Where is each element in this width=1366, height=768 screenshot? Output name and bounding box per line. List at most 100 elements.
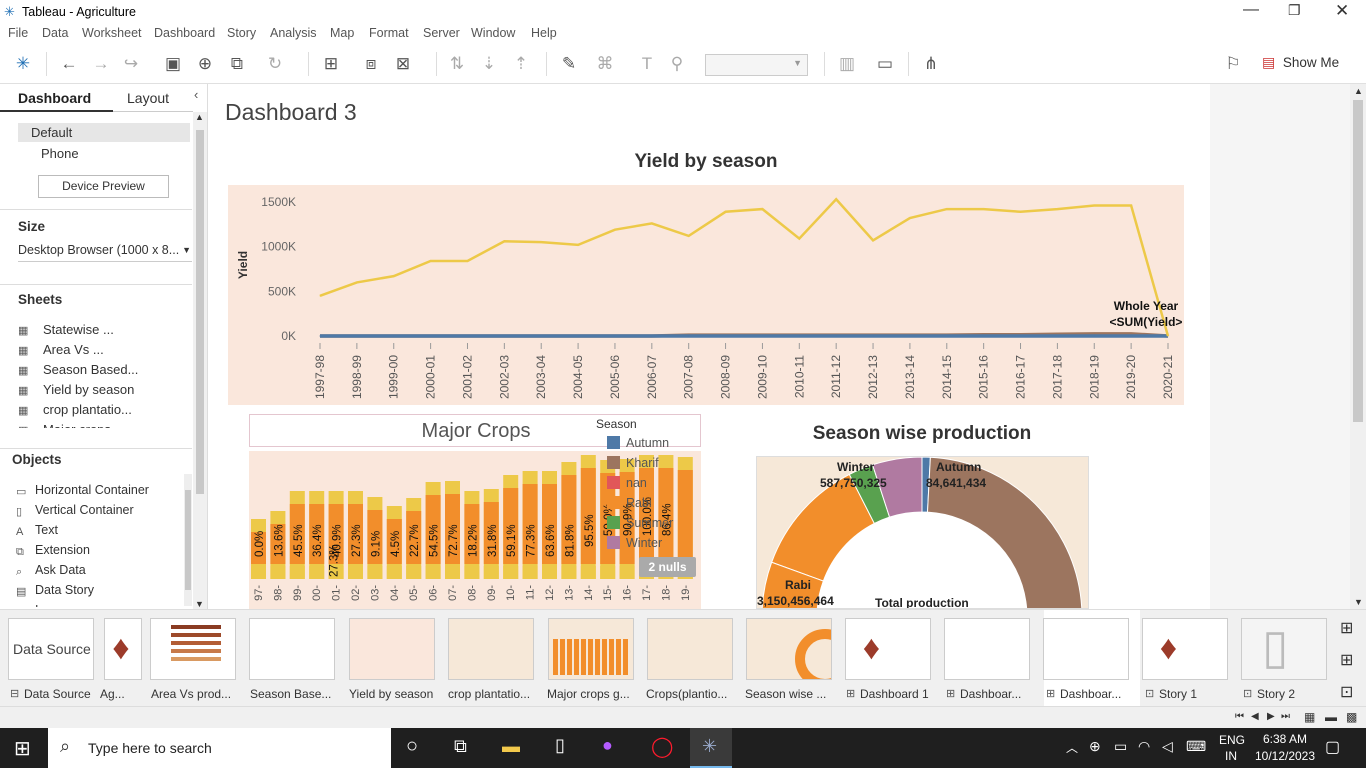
highlight-icon[interactable]: ✎ bbox=[558, 54, 580, 74]
sheet-thumbnail[interactable] bbox=[1043, 618, 1129, 680]
bar-base[interactable] bbox=[348, 566, 363, 579]
bar-base[interactable] bbox=[289, 566, 305, 579]
legend-item[interactable]: Autumn bbox=[598, 436, 688, 452]
data-point[interactable] bbox=[503, 335, 505, 337]
device-preview-button[interactable]: Device Preview bbox=[38, 175, 169, 198]
show-filmstrip-icon[interactable]: ▦ bbox=[1304, 710, 1315, 724]
data-point[interactable] bbox=[688, 335, 690, 337]
menu-map[interactable]: Map bbox=[330, 26, 354, 40]
sheet-thumbnail[interactable]: ♦ bbox=[845, 618, 931, 680]
next-sheet-icon[interactable]: ▶ bbox=[1267, 711, 1275, 722]
redo-icon[interactable]: → bbox=[90, 54, 112, 74]
pause-updates-icon[interactable]: ⧉ bbox=[226, 54, 248, 74]
sheet-thumbnail[interactable] bbox=[448, 618, 534, 680]
opera-icon[interactable]: ◯ bbox=[651, 734, 673, 759]
legend-item[interactable]: Kharif bbox=[598, 456, 688, 472]
bar-base[interactable] bbox=[367, 566, 383, 579]
minimize-icon[interactable]: — bbox=[1243, 1, 1259, 19]
sheet-thumbnail[interactable] bbox=[249, 618, 335, 680]
new-data-source-icon[interactable]: ⊕ bbox=[194, 54, 216, 74]
menu-window[interactable]: Window bbox=[471, 26, 515, 40]
data-point[interactable] bbox=[466, 335, 468, 337]
data-point[interactable] bbox=[1056, 208, 1058, 210]
bar-base[interactable] bbox=[464, 566, 480, 579]
bar-base[interactable] bbox=[406, 566, 422, 579]
bar-base[interactable] bbox=[425, 566, 441, 579]
menu-story[interactable]: Story bbox=[227, 26, 256, 40]
fit-dropdown[interactable]: ▼ bbox=[705, 54, 808, 76]
menu-worksheet[interactable]: Worksheet bbox=[82, 26, 142, 40]
data-point[interactable] bbox=[651, 222, 653, 224]
label-icon[interactable]: T bbox=[636, 54, 658, 74]
bar-base[interactable] bbox=[522, 566, 538, 579]
data-point[interactable] bbox=[688, 235, 690, 237]
notepad-icon[interactable]: ▯ bbox=[555, 735, 565, 756]
new-worksheet-icon[interactable]: ⊞ bbox=[320, 54, 342, 74]
device-phone[interactable]: Phone bbox=[41, 146, 79, 161]
data-point[interactable] bbox=[1093, 333, 1095, 335]
data-point[interactable] bbox=[1056, 335, 1058, 337]
data-point[interactable] bbox=[577, 244, 579, 246]
sheet-thumbnail[interactable] bbox=[746, 618, 832, 680]
data-point[interactable] bbox=[1093, 205, 1095, 207]
data-point[interactable] bbox=[835, 335, 837, 337]
object-list-item[interactable]: ⌕ Ask Data bbox=[16, 563, 184, 581]
data-point[interactable] bbox=[1130, 333, 1132, 335]
file-explorer-icon[interactable]: ▬ bbox=[502, 736, 520, 757]
show-sorter-icon[interactable]: ▩ bbox=[1346, 710, 1357, 724]
sheet-list-item[interactable]: ▦ Area Vs ... bbox=[18, 342, 188, 360]
clock-time[interactable]: 6:38 AM bbox=[1257, 732, 1313, 746]
data-point[interactable] bbox=[983, 208, 985, 210]
bar-base[interactable] bbox=[386, 566, 402, 579]
notifications-icon[interactable]: ▢ bbox=[1325, 737, 1340, 757]
series-line[interactable] bbox=[319, 197, 1170, 337]
data-point[interactable] bbox=[761, 208, 763, 210]
menu-file[interactable]: File bbox=[8, 26, 28, 40]
close-icon[interactable]: ✕ bbox=[1335, 1, 1349, 21]
left-pane-scrollbar[interactable]: ▲ ▼ bbox=[193, 112, 207, 609]
size-dropdown[interactable]: Desktop Browser (1000 x 8... ▼ bbox=[18, 242, 192, 262]
sheet-list-item[interactable]: ▦ Yield by season bbox=[18, 382, 188, 400]
collapse-pane-icon[interactable]: ‹ bbox=[194, 87, 198, 102]
data-point[interactable] bbox=[909, 217, 911, 219]
sheet-thumbnail[interactable]: ♦ bbox=[104, 618, 142, 680]
presentation-mode-icon[interactable]: ▭ bbox=[874, 54, 896, 74]
data-point[interactable] bbox=[651, 335, 653, 337]
data-point[interactable] bbox=[356, 281, 358, 283]
object-list-item[interactable]: A Text bbox=[16, 523, 184, 541]
object-list-item[interactable]: ▭ Horizontal Container bbox=[16, 483, 184, 501]
cortana-icon[interactable]: ○ bbox=[406, 735, 418, 758]
save-icon[interactable]: ▣ bbox=[162, 54, 184, 74]
sheet-thumbnail[interactable]: ♦ bbox=[1142, 618, 1228, 680]
data-point[interactable] bbox=[430, 335, 432, 337]
objects-scrollbar[interactable] bbox=[184, 474, 192, 606]
data-point[interactable] bbox=[393, 335, 395, 337]
sort-ascending-icon[interactable]: ⇣ bbox=[478, 54, 500, 74]
nulls-badge[interactable]: 2 nulls bbox=[639, 557, 696, 577]
tab-dashboard[interactable]: Dashboard bbox=[0, 84, 113, 112]
canvas-vertical-scrollbar[interactable]: ▲ ▼ bbox=[1350, 84, 1366, 609]
windows-start-icon[interactable]: ⊞ bbox=[14, 736, 31, 761]
menu-format[interactable]: Format bbox=[369, 26, 409, 40]
add-worksheet-icon[interactable]: ⊞ bbox=[1340, 618, 1353, 638]
sheet-list-item[interactable]: ▦ Statewise ... bbox=[18, 322, 188, 340]
device-default[interactable]: Default bbox=[18, 123, 190, 142]
legend-item[interactable]: Summer bbox=[598, 516, 688, 532]
bar-base[interactable] bbox=[580, 566, 596, 579]
menu-dashboard[interactable]: Dashboard bbox=[154, 26, 215, 40]
object-list-item[interactable]: ▨ Image bbox=[16, 603, 184, 607]
language-in[interactable]: IN bbox=[1225, 749, 1237, 763]
data-point[interactable] bbox=[1093, 335, 1095, 337]
object-list-item[interactable]: ⧉ Extension bbox=[16, 543, 184, 561]
data-point[interactable] bbox=[946, 335, 948, 337]
data-point[interactable] bbox=[798, 335, 800, 337]
data-point[interactable] bbox=[393, 275, 395, 277]
sheet-thumbnail[interactable] bbox=[150, 618, 236, 680]
language-eng[interactable]: ENG bbox=[1219, 733, 1245, 747]
bar-base[interactable] bbox=[309, 566, 325, 579]
sheet-thumbnail[interactable] bbox=[647, 618, 733, 680]
legend-item[interactable]: nan bbox=[598, 476, 688, 492]
data-point[interactable] bbox=[503, 240, 505, 242]
bar-base[interactable] bbox=[561, 566, 577, 579]
bar-base[interactable] bbox=[270, 566, 286, 579]
